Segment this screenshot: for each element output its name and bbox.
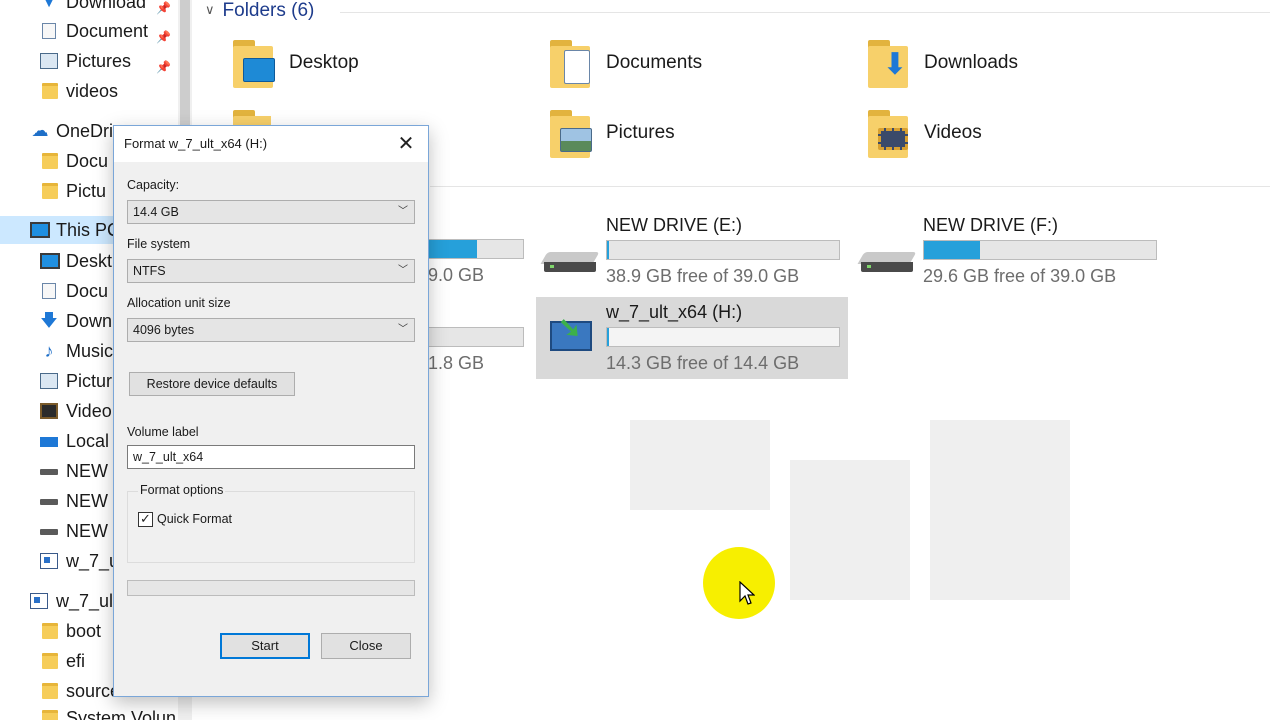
nav-item-pictures[interactable]: Pictures 📌: [0, 47, 178, 75]
capacity-select[interactable]: 14.4 GB ﹀: [127, 200, 415, 224]
document-icon: [42, 23, 56, 39]
drive-usage-bar: [923, 240, 1157, 260]
folder-icon: [42, 683, 58, 699]
restore-defaults-button[interactable]: Restore device defaults: [129, 372, 295, 396]
drive-usage-bar: [606, 240, 840, 260]
pictures-icon: [40, 373, 58, 389]
drive-usage-fill: [429, 240, 477, 258]
folders-group-header[interactable]: ∨ Folders (6): [205, 0, 314, 24]
downloads-folder-icon: ⬇: [866, 40, 914, 88]
folder-tile-desktop[interactable]: Desktop: [231, 40, 531, 100]
drive-usage-fill: [607, 328, 609, 346]
nav-item-videos[interactable]: videos: [0, 77, 178, 105]
folder-icon: [42, 83, 58, 99]
drive-usage-fill: [924, 241, 980, 259]
drive-tile-h[interactable]: ➘ w_7_ult_x64 (H:) 14.3 GB free of 14.4 …: [536, 297, 848, 379]
folder-icon: [42, 153, 58, 169]
pictures-icon: [40, 53, 58, 69]
format-dialog: Format w_7_ult_x64 (H:) ✕ Capacity: 14.4…: [113, 125, 429, 697]
drive-usage-bar: [428, 239, 524, 259]
volume-label-input[interactable]: w_7_ult_x64: [127, 445, 415, 469]
close-button[interactable]: Close: [321, 633, 411, 659]
folder-tile-videos[interactable]: Videos: [866, 110, 1166, 170]
drive-free-space: 9.0 GB: [428, 265, 485, 285]
drive-usage-fill: [607, 241, 609, 259]
format-options-label: Format options: [138, 483, 226, 497]
hard-drive-icon: [857, 252, 917, 274]
video-icon: [40, 403, 58, 419]
folder-icon: [231, 110, 271, 126]
setup-drive-icon: [40, 553, 58, 569]
download-arrow-icon: 🡇: [40, 311, 58, 330]
folder-tile-downloads[interactable]: ⬇ Downloads: [866, 40, 1166, 100]
document-icon: [42, 283, 56, 299]
onedrive-cloud-icon: ☁: [31, 121, 49, 140]
filesystem-label: File system: [127, 237, 191, 251]
nav-item-download[interactable]: ▼ Download 📌: [0, 0, 178, 16]
drive-free-space: 1.8 GB: [428, 353, 485, 373]
format-progress-bar: [127, 580, 415, 596]
download-arrow-icon: ▼: [40, 0, 58, 11]
drive-usage-bar: [606, 327, 840, 347]
watermark-logo: [630, 420, 1070, 600]
setup-drive-icon: [30, 593, 48, 609]
folder-icon: [42, 183, 58, 199]
music-icon: ♪: [44, 341, 54, 361]
hard-drive-icon: [540, 252, 600, 274]
setup-drive-icon: ➘: [550, 312, 592, 353]
allocation-label: Allocation unit size: [127, 296, 231, 310]
nav-item-system-volume[interactable]: System Volun: [0, 704, 178, 720]
chevron-down-icon: ∨: [205, 2, 215, 17]
pictures-folder-icon: [548, 110, 596, 158]
drive-tile-e[interactable]: NEW DRIVE (E:) 38.9 GB free of 39.0 GB: [536, 210, 848, 292]
quick-format-label[interactable]: Quick Format: [157, 512, 232, 526]
documents-folder-icon: [548, 40, 596, 88]
chevron-down-icon: ﹀: [398, 206, 408, 217]
folder-tile-desktop-partial[interactable]: [231, 110, 271, 126]
folder-tile-documents[interactable]: Documents: [548, 40, 848, 100]
group-divider: [340, 12, 1270, 13]
folder-tile-pictures[interactable]: Pictures: [548, 110, 848, 170]
quick-format-checkbox[interactable]: ✓: [138, 512, 153, 527]
drive-icon: [40, 469, 58, 475]
folder-icon: [42, 623, 58, 639]
local-disk-icon: [40, 437, 58, 447]
desktop-icon: [40, 253, 60, 269]
volume-label-caption: Volume label: [127, 425, 199, 439]
mouse-pointer-icon: [739, 581, 755, 605]
desktop-folder-icon: [231, 40, 279, 88]
videos-folder-icon: [866, 110, 914, 158]
folder-icon: [42, 653, 58, 669]
allocation-select[interactable]: 4096 bytes ﹀: [127, 318, 415, 342]
filesystem-select[interactable]: NTFS ﹀: [127, 259, 415, 283]
this-pc-icon: [30, 222, 50, 238]
group-divider: [430, 186, 1270, 187]
nav-item-documents[interactable]: Document 📌: [0, 17, 178, 45]
format-options-group: Format options ✓ Quick Format: [127, 483, 415, 563]
close-icon[interactable]: ✕: [394, 132, 418, 156]
folder-icon: [42, 710, 58, 720]
chevron-down-icon: ﹀: [398, 324, 408, 335]
drive-tile-f[interactable]: NEW DRIVE (F:) 29.6 GB free of 39.0 GB: [853, 210, 1165, 292]
start-button[interactable]: Start: [220, 633, 310, 659]
chevron-down-icon: ﹀: [398, 265, 408, 276]
drive-usage-bar: [428, 327, 524, 347]
dialog-title: Format w_7_ult_x64 (H:): [124, 136, 268, 151]
drive-icon: [40, 529, 58, 535]
capacity-label: Capacity:: [127, 178, 180, 192]
dialog-title-bar[interactable]: Format w_7_ult_x64 (H:) ✕: [114, 126, 428, 162]
drive-icon: [40, 499, 58, 505]
